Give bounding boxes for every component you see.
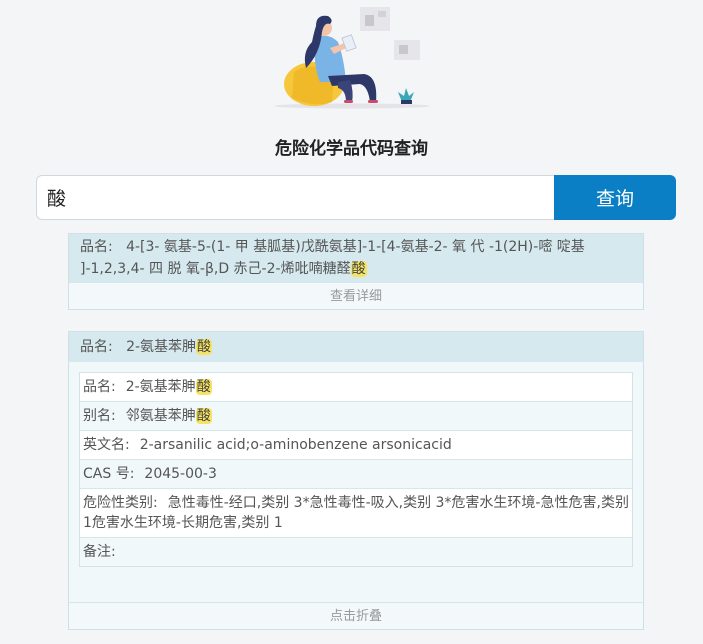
detail-label: CAS 号: xyxy=(83,466,135,482)
detail-row-remark: 备注: xyxy=(80,537,632,566)
name-text: 2-氨基苯胂 xyxy=(126,339,197,355)
result-card-header[interactable]: 品名: 4-[3- 氨基-5-(1- 甲 基胍基)戊酰氨基]-1-[4-氨基-2… xyxy=(69,234,643,282)
illustration-person-reading-icon xyxy=(274,7,430,109)
view-details-link[interactable]: 查看详细 xyxy=(69,282,643,309)
name-label: 品名: xyxy=(80,339,113,355)
detail-label: 别名: xyxy=(83,408,116,424)
detail-value: 2-氨基苯胂 xyxy=(125,379,196,395)
page-title: 危险化学品代码查询 xyxy=(275,139,428,159)
detail-row-cas: CAS 号: 2045-00-3 xyxy=(80,459,632,488)
detail-row-name: 品名: 2-氨基苯胂酸 xyxy=(80,373,632,401)
detail-row-english-name: 英文名: 2-arsanilic acid;o-aminobenzene arso… xyxy=(80,430,632,459)
result-card-expanded: 品名: 2-氨基苯胂酸 品名: 2-氨基苯胂酸 别名: 邻氨基苯胂酸 英文名: 2-a… xyxy=(68,331,644,630)
detail-row-alias: 别名: 邻氨基苯胂酸 xyxy=(80,401,632,430)
search-bar: 查询 xyxy=(36,175,676,220)
detail-value: 2045-00-3 xyxy=(144,466,217,482)
search-input[interactable] xyxy=(36,175,554,220)
name-text: 4-[3- 氨基-5-(1- 甲 基胍基)戊酰氨基]-1-[4-氨基-2- 氧 … xyxy=(80,239,585,277)
result-card: 品名: 4-[3- 氨基-5-(1- 甲 基胍基)戊酰氨基]-1-[4-氨基-2… xyxy=(68,233,644,310)
detail-value: 急性毒性-经口,类别 3*急性毒性-吸入,类别 3*危害水生环境-急性危害,类别… xyxy=(83,495,629,531)
keyword-highlight: 酸 xyxy=(196,339,213,355)
collapse-link[interactable]: 点击折叠 xyxy=(69,602,643,629)
detail-label: 备注: xyxy=(83,544,116,560)
detail-label: 危险性类别: xyxy=(83,495,158,511)
keyword-highlight: 酸 xyxy=(350,261,367,277)
keyword-highlight: 酸 xyxy=(195,379,212,395)
page: 危险化学品代码查询 查询 品名: 4-[3- 氨基-5-(1- 甲 基胍基)戊酰… xyxy=(0,0,703,644)
detail-row-hazard-class: 危险性类别: 急性毒性-经口,类别 3*急性毒性-吸入,类别 3*危害水生环境-急… xyxy=(80,488,632,537)
detail-value: 邻氨基苯胂 xyxy=(125,408,196,424)
detail-label: 品名: xyxy=(83,379,116,395)
detail-label: 英文名: xyxy=(83,437,130,453)
keyword-highlight: 酸 xyxy=(195,408,212,424)
search-button[interactable]: 查询 xyxy=(554,175,676,220)
name-label: 品名: xyxy=(80,239,113,255)
detail-table: 品名: 2-氨基苯胂酸 别名: 邻氨基苯胂酸 英文名: 2-arsanilic aci… xyxy=(79,372,633,567)
result-card-header[interactable]: 品名: 2-氨基苯胂酸 xyxy=(69,332,643,362)
detail-value: 2-arsanilic acid;o-aminobenzene arsonica… xyxy=(139,437,452,453)
